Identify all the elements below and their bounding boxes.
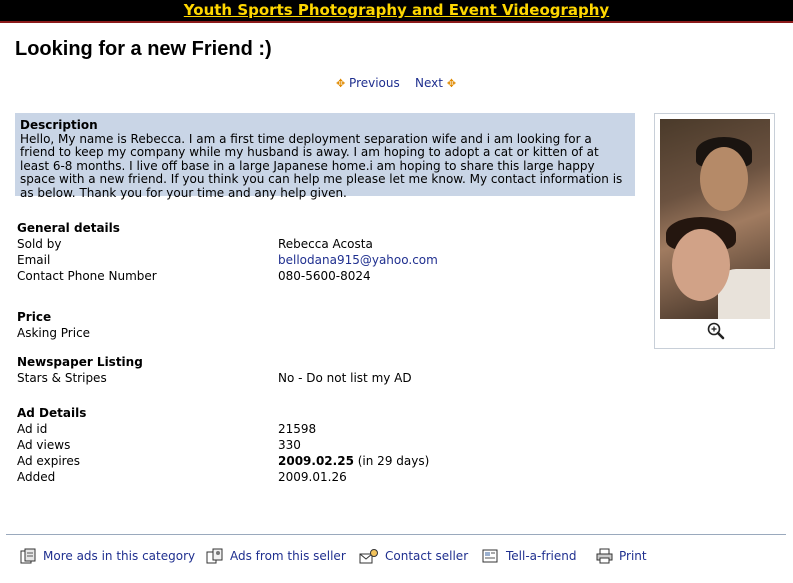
ad-expires-label: Ad expires [17, 454, 80, 468]
print-label: Print [619, 549, 647, 563]
description-box: Description Hello, My name is Rebecca. I… [15, 113, 635, 199]
arrow-left-icon: ✥ [336, 77, 346, 90]
ad-expires-date: 2009.02.25 [278, 454, 354, 468]
general-details-heading: General details [17, 221, 120, 235]
seller-ads-label: Ads from this seller [230, 549, 346, 563]
stars-stripes-value: No - Do not list my AD [278, 371, 412, 385]
zoom-icon[interactable] [706, 321, 726, 341]
newspaper-heading: Newspaper Listing [17, 355, 143, 369]
more-ads-link[interactable]: More ads in this category [20, 548, 195, 564]
email-link[interactable]: bellodana915@yahoo.com [278, 253, 438, 267]
sold-by-label: Sold by [17, 237, 62, 251]
next-link[interactable]: Next [415, 76, 443, 90]
photo-frame [654, 113, 775, 349]
prev-next-nav: ✥ Previous Next ✥ [336, 76, 456, 90]
phone-label: Contact Phone Number [17, 269, 157, 283]
ad-details-heading: Ad Details [17, 406, 87, 420]
phone-value: 080-5600-8024 [278, 269, 371, 283]
stars-stripes-label: Stars & Stripes [17, 371, 107, 385]
contact-icon [359, 549, 378, 564]
tell-a-friend-link[interactable]: Tell-a-friend [482, 548, 576, 564]
documents-icon [20, 548, 36, 564]
asking-price-label: Asking Price [17, 326, 91, 340]
site-banner-link[interactable]: Youth Sports Photography and Event Video… [184, 1, 609, 19]
footer-divider [6, 534, 786, 535]
description-text: Hello, My name is Rebecca. I am a first … [20, 131, 623, 200]
email-value-wrap: bellodana915@yahoo.com [278, 253, 438, 267]
previous-link[interactable]: Previous [349, 76, 400, 90]
tell-a-friend-label: Tell-a-friend [506, 549, 577, 563]
contact-seller-link[interactable]: Contact seller [359, 548, 468, 564]
arrow-right-icon: ✥ [446, 77, 457, 90]
added-label: Added [17, 470, 56, 484]
added-value: 2009.01.26 [278, 470, 347, 484]
ad-id-label: Ad id [17, 422, 48, 436]
ad-id-value: 21598 [278, 422, 317, 436]
more-ads-label: More ads in this category [43, 549, 196, 563]
tell-a-friend-icon [482, 549, 498, 563]
contact-seller-label: Contact seller [385, 549, 469, 563]
ad-photo[interactable] [660, 119, 770, 319]
printer-icon [596, 548, 613, 564]
price-heading: Price [17, 310, 52, 324]
seller-ads-link[interactable]: Ads from this seller [206, 548, 346, 564]
seller-ads-icon [206, 548, 223, 564]
email-label: Email [17, 253, 51, 267]
ad-views-label: Ad views [17, 438, 71, 452]
ad-views-value: 330 [278, 438, 301, 452]
description-heading: Description [20, 118, 98, 132]
ad-expires-note: (in 29 days) [357, 454, 430, 468]
page-title: Looking for a new Friend :) [15, 38, 272, 60]
site-banner: Youth Sports Photography and Event Video… [0, 0, 793, 23]
print-link[interactable]: Print [596, 548, 647, 564]
sold-by-value: Rebecca Acosta [278, 237, 373, 251]
ad-expires-value: 2009.02.25 (in 29 days) [278, 454, 429, 468]
